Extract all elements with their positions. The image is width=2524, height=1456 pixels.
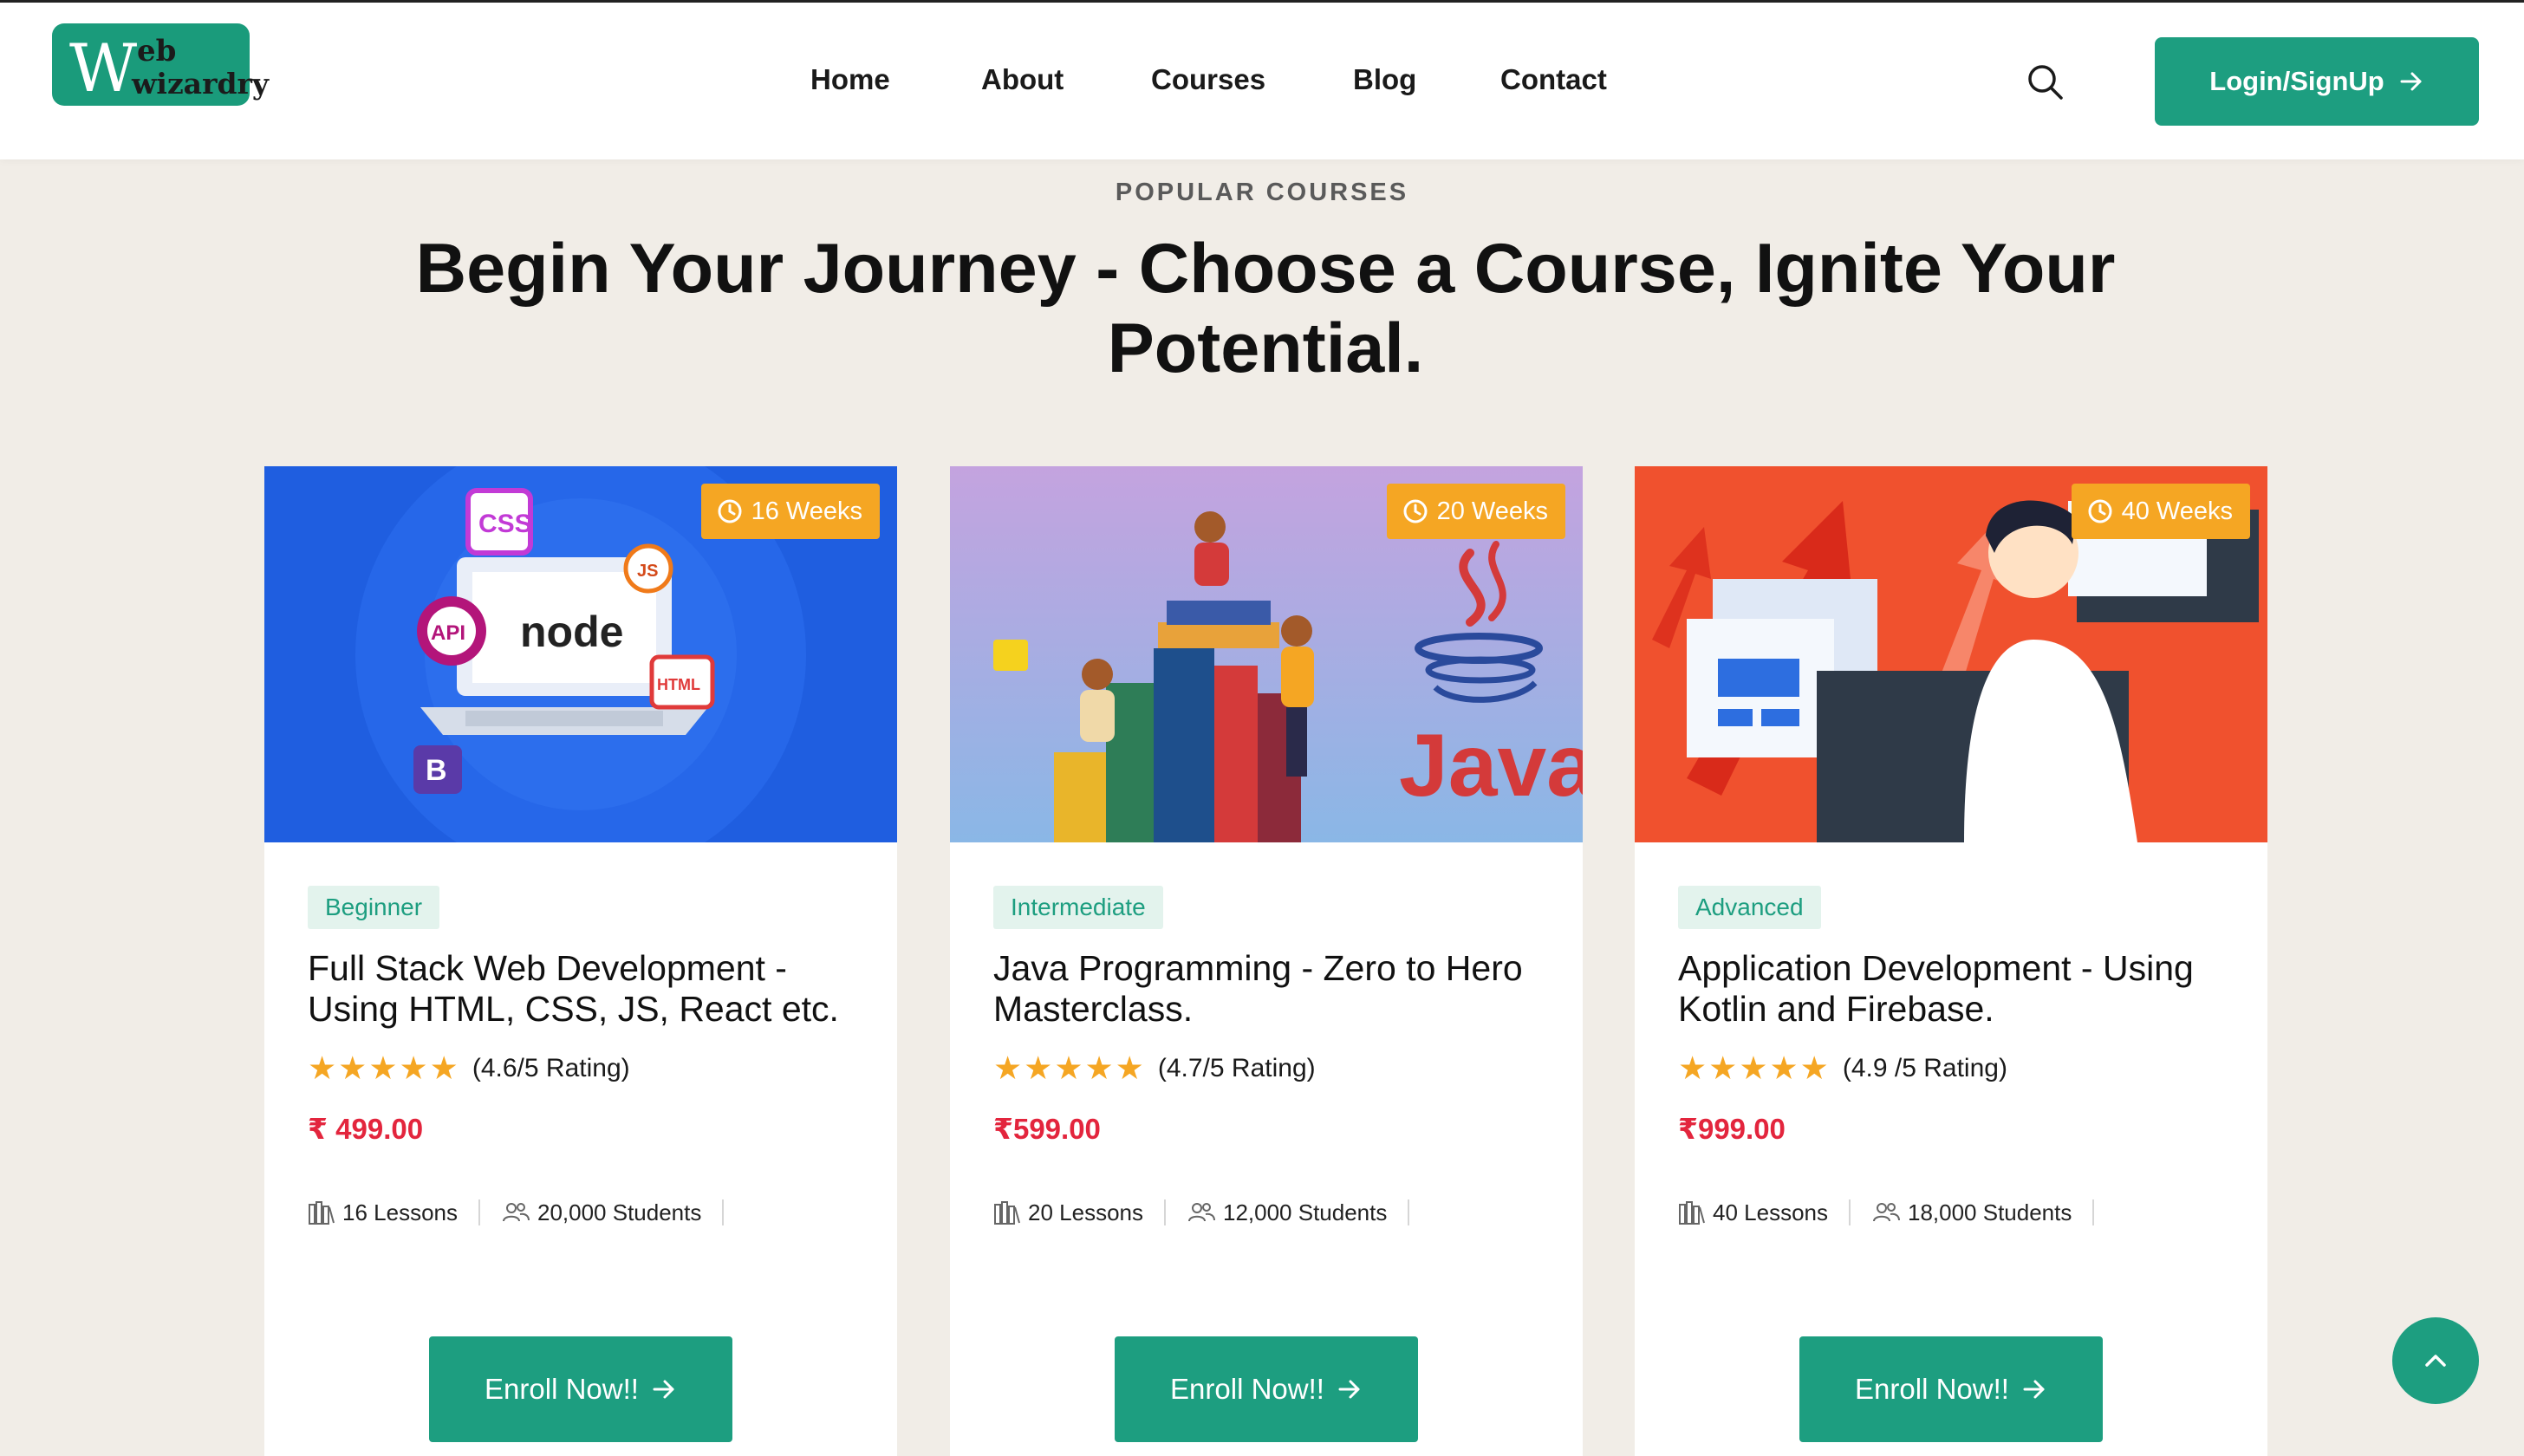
- clock-icon: [718, 499, 742, 523]
- course-image-java[interactable]: Java 20 Weeks: [950, 466, 1583, 842]
- meta-divider: [1163, 1199, 1166, 1225]
- nav-courses[interactable]: Courses: [1151, 58, 1265, 101]
- node-logo-text: node: [520, 608, 623, 656]
- duration-text: 16 Weeks: [751, 497, 862, 525]
- users-icon: [1872, 1203, 1900, 1222]
- students-text: 20,000 Students: [537, 1199, 702, 1225]
- course-image-app-dev[interactable]: 40 Weeks: [1635, 466, 2267, 842]
- star-rating-icons: ★★★★★: [993, 1050, 1146, 1086]
- course-rating: ★★★★★ (4.7/5 Rating): [993, 1049, 1316, 1089]
- book-icon: [994, 1201, 1020, 1225]
- level-badge: Advanced: [1678, 886, 1821, 929]
- duration-text: 20 Weeks: [1436, 497, 1548, 525]
- nav-contact[interactable]: Contact: [1500, 58, 1607, 101]
- css-badge-text: CSS: [478, 510, 532, 538]
- users-icon: [502, 1203, 530, 1222]
- clock-icon: [1403, 499, 1428, 523]
- star-rating-icons: ★★★★★: [308, 1050, 460, 1086]
- login-signup-button[interactable]: Login/SignUp: [2155, 37, 2479, 126]
- logo-wizardry: wizardry: [132, 67, 270, 101]
- lessons-count: 20 Lessons: [993, 1199, 1143, 1226]
- course-title[interactable]: Java Programming - Zero to Hero Mastercl…: [993, 948, 1557, 1030]
- level-badge: Intermediate: [993, 886, 1163, 929]
- course-meta: 20 Lessons 12,000 Students: [993, 1193, 1430, 1232]
- nav-blog[interactable]: Blog: [1353, 58, 1416, 101]
- meta-divider: [1408, 1199, 1410, 1225]
- star-rating-icons: ★★★★★: [1678, 1050, 1831, 1086]
- course-price: ₹999.00: [1678, 1113, 1786, 1145]
- course-price: ₹ 499.00: [308, 1113, 424, 1145]
- students-count: 12,000 Students: [1187, 1199, 1387, 1226]
- course-card-web-dev[interactable]: node CSS JS API HTML B 16 Weeks Beginner…: [264, 466, 897, 1456]
- enroll-label: Enroll Now!!: [1855, 1373, 2009, 1405]
- students-text: 18,000 Students: [1907, 1199, 2072, 1225]
- section-title: Begin Your Journey - Choose a Course, Ig…: [415, 230, 2116, 387]
- bootstrap-badge-text: B: [426, 754, 447, 787]
- arrow-right-icon: [2400, 72, 2422, 91]
- api-badge-text: API: [431, 621, 465, 645]
- duration-badge: 40 Weeks: [2071, 484, 2250, 539]
- duration-badge: 16 Weeks: [700, 484, 880, 539]
- course-title[interactable]: Full Stack Web Development - Using HTML,…: [308, 948, 871, 1030]
- book-icon: [1679, 1201, 1705, 1225]
- course-image-web-dev[interactable]: node CSS JS API HTML B 16 Weeks: [264, 466, 897, 842]
- scroll-to-top-button[interactable]: [2392, 1317, 2479, 1404]
- course-price: ₹599.00: [993, 1113, 1101, 1145]
- logo-w: W: [69, 29, 138, 107]
- enroll-button[interactable]: Enroll Now!!: [1799, 1336, 2103, 1442]
- course-card-app-dev[interactable]: 40 Weeks Advanced Application Developmen…: [1635, 466, 2267, 1456]
- students-count: 18,000 Students: [1871, 1199, 2072, 1226]
- arrow-right-icon: [1338, 1380, 1360, 1399]
- nav-about[interactable]: About: [981, 58, 1064, 101]
- nav-home[interactable]: Home: [810, 58, 890, 101]
- logo-inner: W eb wizardry: [57, 29, 269, 107]
- students-count: 20,000 Students: [501, 1199, 701, 1226]
- meta-divider: [722, 1199, 725, 1225]
- lessons-count: 16 Lessons: [308, 1199, 458, 1226]
- js-badge-text: JS: [637, 562, 658, 581]
- book-icon: [309, 1201, 335, 1225]
- course-meta: 16 Lessons 20,000 Students: [308, 1193, 745, 1232]
- rating-text: (4.9 /5 Rating): [1842, 1054, 2007, 1082]
- lessons-count: 40 Lessons: [1678, 1199, 1828, 1226]
- course-title[interactable]: Application Development - Using Kotlin a…: [1678, 948, 2241, 1030]
- search-button[interactable]: [2025, 62, 2066, 103]
- course-rating: ★★★★★ (4.6/5 Rating): [308, 1049, 630, 1089]
- arrow-right-icon: [653, 1380, 674, 1399]
- chevron-up-icon: [2425, 1355, 2446, 1367]
- section-eyebrow: POPULAR COURSES: [1115, 179, 1409, 206]
- enroll-button[interactable]: Enroll Now!!: [429, 1336, 732, 1442]
- meta-divider: [2092, 1199, 2095, 1225]
- duration-badge: 20 Weeks: [1386, 484, 1565, 539]
- rating-text: (4.7/5 Rating): [1157, 1054, 1316, 1082]
- lessons-text: 40 Lessons: [1713, 1199, 1828, 1225]
- clock-icon: [2088, 499, 2112, 523]
- logo-eb: eb: [137, 34, 177, 68]
- search-icon: [2028, 65, 2063, 100]
- course-card-java[interactable]: Java 20 Weeks Intermediate Java Programm…: [950, 466, 1583, 1456]
- rating-text: (4.6/5 Rating): [472, 1054, 630, 1082]
- users-icon: [1187, 1203, 1215, 1222]
- enroll-button[interactable]: Enroll Now!!: [1115, 1336, 1418, 1442]
- meta-divider: [1848, 1199, 1851, 1225]
- course-meta: 40 Lessons 18,000 Students: [1678, 1193, 2115, 1232]
- lessons-text: 16 Lessons: [342, 1199, 458, 1225]
- site-header: W eb wizardry Home About Courses Blog Co…: [0, 0, 2524, 159]
- java-logo-text: Java: [1399, 716, 1583, 815]
- course-rating: ★★★★★ (4.9 /5 Rating): [1678, 1049, 2007, 1089]
- html-badge-text: HTML: [657, 676, 700, 693]
- level-badge: Beginner: [308, 886, 440, 929]
- page: W eb wizardry Home About Courses Blog Co…: [0, 0, 2524, 1456]
- meta-divider: [478, 1199, 480, 1225]
- enroll-label: Enroll Now!!: [485, 1373, 639, 1405]
- arrow-right-icon: [2023, 1380, 2045, 1399]
- students-text: 12,000 Students: [1222, 1199, 1388, 1225]
- duration-text: 40 Weeks: [2121, 497, 2233, 525]
- site-logo[interactable]: W eb wizardry: [52, 23, 269, 107]
- login-label: Login/SignUp: [2209, 66, 2384, 96]
- lessons-text: 20 Lessons: [1028, 1199, 1143, 1225]
- enroll-label: Enroll Now!!: [1170, 1373, 1324, 1405]
